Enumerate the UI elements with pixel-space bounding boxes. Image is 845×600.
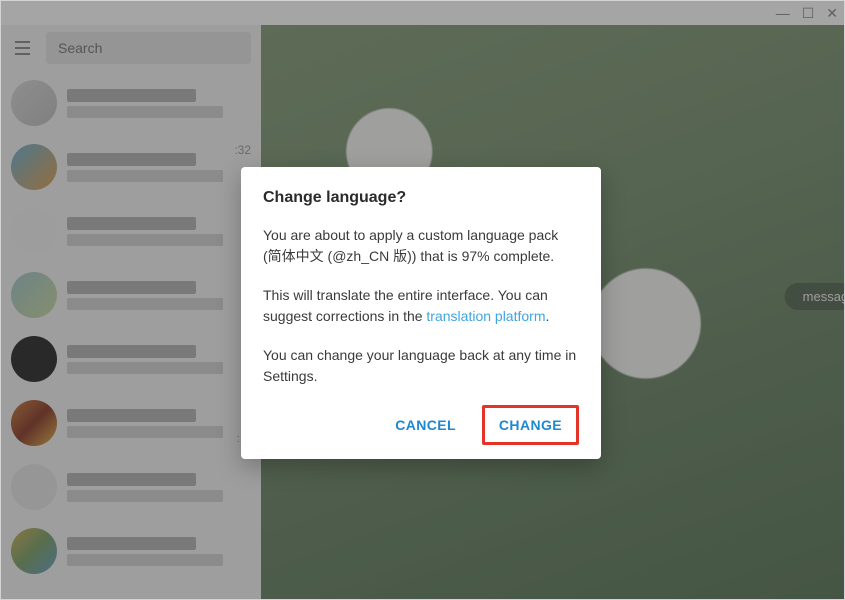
- change-language-dialog: Change language? You are about to apply …: [241, 167, 601, 459]
- window: — ☐ ✕: [0, 0, 845, 600]
- highlight-annotation: CHANGE: [482, 405, 579, 445]
- dialog-actions: CANCEL CHANGE: [263, 405, 579, 445]
- dialog-title: Change language?: [263, 189, 579, 207]
- change-button[interactable]: CHANGE: [485, 408, 576, 442]
- dialog-p3: You can change your language back at any…: [263, 345, 579, 387]
- dialog-p2: This will translate the entire interface…: [263, 285, 579, 327]
- dialog-p1: You are about to apply a custom language…: [263, 225, 579, 267]
- translation-platform-link[interactable]: translation platform: [426, 308, 545, 324]
- cancel-button[interactable]: CANCEL: [381, 408, 470, 442]
- dialog-body: You are about to apply a custom language…: [263, 225, 579, 387]
